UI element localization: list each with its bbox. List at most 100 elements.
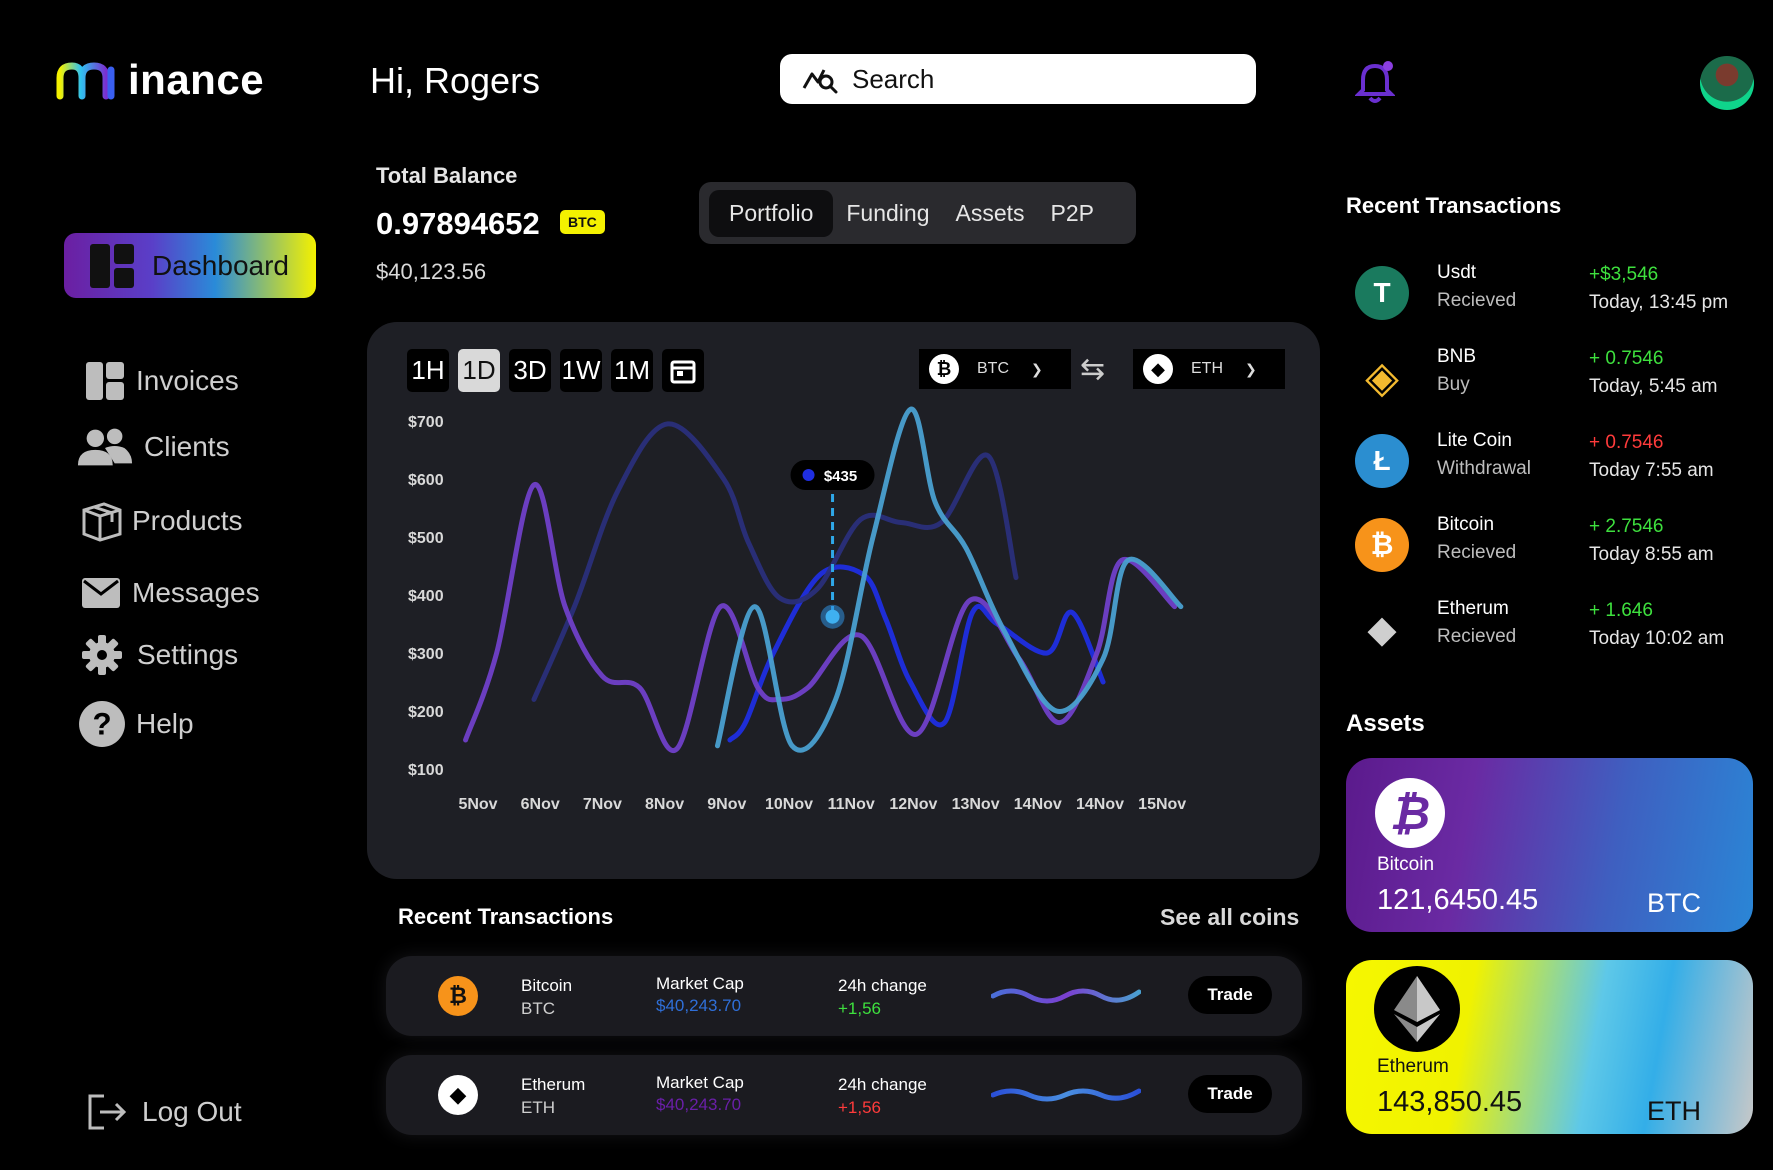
trade-button[interactable]: Trade [1188, 1075, 1272, 1113]
price-chart: $700 $600 $500 $400 $300 $200 $100 5Nov 6Nov 7Nov… [408, 406, 1186, 813]
market-cap-value: $40,243.70 [656, 996, 742, 1015]
help-icon: ? [79, 701, 125, 747]
ethereum-icon: ◆ [1143, 354, 1173, 384]
sidebar-item-products[interactable]: Products [80, 500, 243, 542]
asset-value: 121,6450.45 [1377, 884, 1539, 916]
y-tick-label: $700 [408, 414, 444, 431]
invoice-icon [86, 362, 124, 400]
transaction-time: Today, 13:45 pm [1589, 292, 1729, 313]
recent-transactions-title: Recent Transactions [1346, 193, 1562, 218]
see-all-coins-link[interactable]: See all coins [1160, 904, 1299, 931]
transaction-type: Withdrawal [1437, 458, 1531, 479]
balance-title: Total Balance [376, 163, 518, 188]
sidebar-item-label: Messages [132, 577, 260, 608]
transaction-amount: + 1.646 [1589, 600, 1653, 621]
logout-icon [88, 1094, 127, 1130]
asset-name: Bitcoin [1377, 854, 1435, 875]
transaction-name: Bitcoin [1437, 514, 1495, 535]
x-tick-label: 8Nov [645, 796, 684, 813]
transaction-amount: +$3,546 [1589, 264, 1659, 285]
trade-button[interactable]: Trade [1188, 976, 1272, 1014]
transaction-name: Lite Coin [1437, 430, 1512, 451]
dashboard-icon [90, 243, 134, 288]
portfolio-tabs: Portfolio Funding Assets P2P [699, 182, 1136, 244]
transaction-time: Today 10:02 am [1589, 628, 1725, 649]
bitcoin-icon: ₿ [438, 976, 478, 1016]
user-avatar[interactable] [1700, 56, 1754, 110]
transaction-name: BNB [1437, 346, 1477, 367]
x-tick-label: 15Nov [1138, 796, 1186, 813]
tab-portfolio[interactable]: Portfolio [709, 189, 834, 237]
tab-funding[interactable]: Funding [833, 190, 942, 237]
sidebar-item-settings[interactable]: Settings [81, 634, 238, 676]
change-value: +1,56 [838, 999, 882, 1018]
assets-title: Assets [1346, 710, 1425, 737]
range-3d[interactable]: 3D [509, 349, 551, 392]
tooltip-dot [802, 469, 815, 481]
chevron-down-icon: ❯ [1245, 360, 1257, 377]
ethereum-icon: ◆ [1355, 602, 1409, 656]
tab-assets[interactable]: Assets [943, 190, 1038, 237]
market-cap-value: $40,243.70 [656, 1095, 742, 1114]
calendar-icon[interactable] [662, 349, 704, 392]
sidebar-item-dashboard[interactable]: Dashboard [64, 233, 316, 298]
sidebar-item-help[interactable]: ? Help [78, 700, 194, 748]
y-tick-label: $400 [408, 588, 444, 605]
transaction-item[interactable]: Ł Lite Coin Withdrawal + 0.7546 Today 7:55 a… [1355, 426, 1755, 496]
market-cap-label: Market Cap [656, 974, 744, 993]
users-icon [77, 428, 133, 466]
x-tick-label: 12Nov [889, 796, 937, 813]
transaction-item[interactable]: ◈ BNB Buy + 0.7546 Today, 5:45 am [1355, 342, 1755, 412]
transaction-amount: + 0.7546 [1589, 348, 1664, 369]
y-tick-label: $500 [408, 530, 444, 547]
asset-card-bitcoin[interactable]: ₿ Bitcoin 121,6450.45 BTC [1346, 758, 1753, 932]
ethereum-icon [1374, 966, 1460, 1052]
asset-card-ethereum[interactable]: Etherum 143,850.45 ETH [1346, 960, 1753, 1134]
coin-name: Bitcoin [521, 976, 573, 995]
y-tick-label: $100 [408, 762, 444, 779]
ethereum-icon: ◆ [438, 1075, 478, 1115]
litecoin-icon: Ł [1355, 434, 1409, 488]
range-1m[interactable]: 1M [611, 349, 653, 392]
x-tick-label: 10Nov [765, 796, 813, 813]
sparkline [991, 1088, 1141, 1102]
transaction-type: Recieved [1437, 626, 1517, 647]
coin-name: Etherum [521, 1075, 586, 1094]
mail-icon [82, 578, 120, 608]
transaction-item[interactable]: ₿ Bitcoin Recieved + 2.7546 Today 8:55 am [1355, 510, 1755, 580]
sidebar-item-label: Clients [144, 431, 230, 462]
sidebar-item-label: Help [136, 708, 194, 739]
tooltip-marker [825, 609, 840, 624]
range-1h[interactable]: 1H [407, 349, 449, 392]
coin-row-bitcoin: ₿ Bitcoin BTC Market Cap $40,243.70 24h … [386, 956, 1302, 1036]
chevron-down-icon: ❯ [1031, 360, 1043, 377]
notification-bell-icon[interactable] [1354, 60, 1396, 109]
sidebar-item-messages[interactable]: Messages [80, 572, 260, 614]
swap-icon[interactable]: ⇆ [1080, 352, 1105, 387]
y-tick-label: $300 [408, 646, 444, 663]
balance-currency-badge: BTC [560, 210, 605, 234]
sidebar-item-clients[interactable]: Clients [76, 426, 230, 468]
transaction-item[interactable]: T Usdt Recieved +$3,546 Today, 13:45 pm [1355, 258, 1755, 328]
sidebar-item-invoices[interactable]: Invoices [84, 360, 239, 402]
search-chart-icon [802, 69, 838, 94]
x-tick-label: 6Nov [521, 796, 560, 813]
balance-btc-value: 0.97894652 [376, 206, 540, 241]
from-coin-select[interactable]: ₿ BTC ❯ [919, 349, 1071, 389]
to-coin-select[interactable]: ◆ ETH ❯ [1133, 349, 1285, 389]
range-1w[interactable]: 1W [560, 349, 602, 392]
transaction-amount: + 0.7546 [1589, 432, 1664, 453]
coin-symbol: BTC [521, 999, 555, 1018]
gear-icon [82, 635, 122, 675]
sidebar-item-label: Invoices [136, 365, 239, 396]
transaction-type: Buy [1437, 374, 1470, 395]
balance-usd-value: $40,123.56 [376, 259, 487, 284]
logout-button[interactable]: Log Out [86, 1092, 242, 1132]
transaction-item[interactable]: ◆ Etherum Recieved + 1.646 Today 10:02 am [1355, 594, 1755, 664]
tab-p2p[interactable]: P2P [1038, 190, 1107, 237]
range-1d[interactable]: 1D [458, 349, 500, 392]
x-tick-label: 9Nov [707, 796, 746, 813]
search-input[interactable]: Search [780, 54, 1256, 104]
app-logo[interactable]: inance [56, 56, 264, 104]
logout-label: Log Out [142, 1096, 242, 1127]
